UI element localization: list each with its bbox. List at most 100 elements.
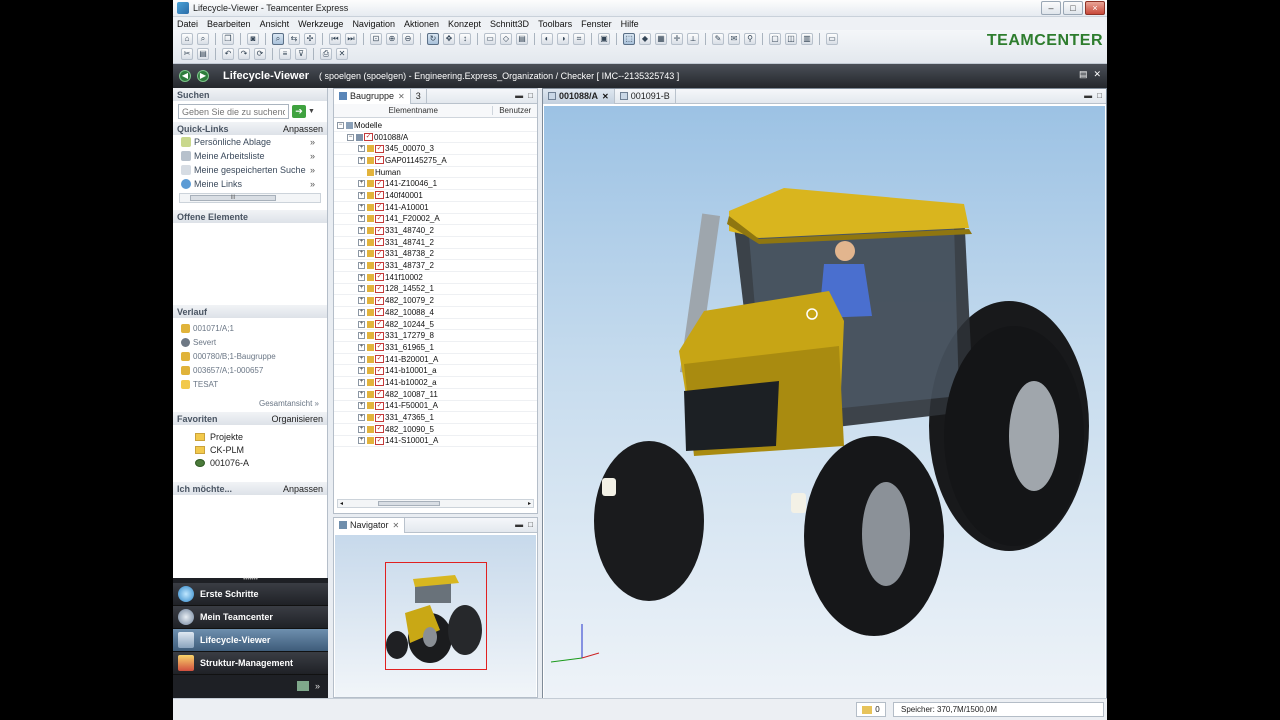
menu-aktionen[interactable]: Aktionen	[404, 19, 439, 29]
tree-row[interactable]: + ✓ 331_17279_8	[334, 330, 537, 343]
expand-icon[interactable]: +	[358, 180, 365, 188]
expand-icon[interactable]: +	[358, 191, 365, 199]
expand-icon[interactable]: +	[358, 308, 365, 316]
tree-row[interactable]: + ✓ 141-b10001_a	[334, 365, 537, 378]
history-item[interactable]: Severt	[173, 335, 327, 349]
undo-icon[interactable]: ↶	[222, 48, 234, 60]
display-icon[interactable]: ▣	[598, 33, 610, 45]
show-icon[interactable]: ◑	[557, 33, 569, 45]
tree-horizontal-scrollbar[interactable]: ◂ ▸	[337, 499, 534, 508]
nav-structure-management[interactable]: Struktur-Management	[173, 652, 328, 675]
quicklinks-scrollbar[interactable]: III	[179, 193, 321, 203]
section-icon[interactable]: ⌗	[573, 33, 585, 45]
tile-icon[interactable]: ◫	[785, 33, 797, 45]
perspective-close-icon[interactable]: ✕	[1093, 69, 1101, 80]
first-frame-icon[interactable]: ⏮	[329, 33, 341, 45]
view-top-icon[interactable]: ▤	[516, 33, 528, 45]
filter-icon[interactable]: ⊽	[295, 48, 307, 60]
perspective-menu-icon[interactable]: ▤	[1079, 69, 1088, 80]
maximize-icon[interactable]: □	[1097, 91, 1102, 100]
menu-navigation[interactable]: Navigation	[352, 19, 395, 29]
menu-datei[interactable]: Datei	[177, 19, 198, 29]
minimize-icon[interactable]: ▬	[515, 520, 523, 529]
scrollbar-thumb[interactable]	[378, 501, 440, 506]
expand-icon[interactable]: +	[358, 402, 365, 410]
expand-icon[interactable]: +	[358, 343, 365, 351]
tree-row[interactable]: + ✓ 141-F50001_A	[334, 401, 537, 413]
favorites-section-header[interactable]: Favoriten Organisieren	[173, 412, 327, 425]
expand-icon[interactable]: +	[358, 332, 365, 340]
expand-icon[interactable]: +	[358, 203, 365, 211]
maximize-icon[interactable]: □	[528, 91, 533, 100]
menu-bearbeiten[interactable]: Bearbeiten	[207, 19, 251, 29]
menu-werkzeuge[interactable]: Werkzeuge	[298, 19, 343, 29]
quicklink-item[interactable]: Persönliche Ablage »	[173, 135, 327, 149]
paste-icon[interactable]: ▤	[197, 48, 209, 60]
menu-fenster[interactable]: Fenster	[581, 19, 612, 29]
tree-row[interactable]: + ✓ 141-B20001_A	[334, 354, 537, 366]
tree-row[interactable]: + ✓ 331_47365_1	[334, 412, 537, 424]
monitor-icon[interactable]: ▭	[826, 33, 838, 45]
expand-icon[interactable]: +	[358, 285, 365, 293]
scroll-left-icon[interactable]: ◂	[340, 500, 343, 507]
3d-viewport[interactable]	[544, 106, 1105, 698]
diamond-icon[interactable]: ◆	[639, 33, 651, 45]
fit-icon[interactable]: ⇆	[288, 33, 300, 45]
tree-row[interactable]: + ✓ 141-A10001	[334, 202, 537, 214]
delete-icon[interactable]: ✕	[336, 48, 348, 60]
search-icon[interactable]: ⌕	[197, 33, 209, 45]
camera-icon[interactable]: ◙	[247, 33, 259, 45]
tree-row[interactable]: + ✓ 482_10090_5	[334, 424, 537, 436]
zoom-out-icon[interactable]: ⊖	[402, 33, 414, 45]
history-item[interactable]: 003657/A;1-000657	[173, 363, 327, 377]
tab-001088-a[interactable]: 001088/A ✕	[543, 88, 615, 104]
expand-icon[interactable]: +	[358, 390, 365, 398]
tree-row[interactable]: + ✓ 141-Z10046_1	[334, 178, 537, 191]
tree-row[interactable]: + ✓ 331_48737_2	[334, 260, 537, 272]
zoom-select-icon[interactable]: ⌕	[272, 33, 284, 45]
layer-icon[interactable]: ≡	[279, 48, 291, 60]
zoom-in-icon[interactable]: ⊕	[386, 33, 398, 45]
copy-icon[interactable]: ❐	[222, 33, 234, 45]
grid-icon[interactable]: ▦	[655, 33, 667, 45]
tree-row[interactable]: + ✓ 141f10002	[334, 272, 537, 284]
selection-mode-icon[interactable]: ⬚	[623, 33, 635, 45]
menu-toolbars[interactable]: Toolbars	[538, 19, 572, 29]
history-item[interactable]: 001071/A;1	[173, 321, 327, 335]
history-more-link[interactable]: Gesamtansicht »	[173, 399, 327, 408]
expand-icon[interactable]: +	[358, 156, 365, 164]
tree-assembly-row[interactable]: − ✓ 001088/A	[334, 132, 537, 144]
column-element-name[interactable]: Elementname	[334, 106, 492, 115]
history-item[interactable]: TESAT	[173, 377, 327, 391]
quicklink-item[interactable]: Meine Links »	[173, 177, 327, 191]
minimize-icon[interactable]: ▬	[515, 91, 523, 100]
expand-icon[interactable]: +	[358, 297, 365, 305]
tree-row[interactable]: + ✓ 331_48741_2	[334, 237, 537, 249]
explode-icon[interactable]: ✣	[304, 33, 316, 45]
search-go-button[interactable]: ➔	[292, 105, 306, 118]
redo-icon[interactable]: ↷	[238, 48, 250, 60]
refresh-icon[interactable]: ⟳	[254, 48, 266, 60]
tree-row[interactable]: + ✓ 141-b10002_a	[334, 377, 537, 389]
zoom-vertical-icon[interactable]: ↕	[459, 33, 471, 45]
expand-icon[interactable]: +	[358, 227, 365, 235]
config-icon[interactable]	[296, 680, 309, 691]
measure-icon[interactable]: ⟂	[687, 33, 699, 45]
expand-icon[interactable]: +	[358, 262, 365, 270]
quicklinks-customize-link[interactable]: Anpassen	[283, 124, 323, 134]
expand-icon[interactable]: +	[358, 414, 365, 422]
expand-icon[interactable]: +	[358, 437, 365, 445]
menu-ansicht[interactable]: Ansicht	[260, 19, 290, 29]
tree-row[interactable]: + ✓ 482_10244_5	[334, 319, 537, 331]
scrollbar-thumb[interactable]: III	[190, 195, 276, 201]
wants-section-header[interactable]: Ich möchte... Anpassen	[173, 482, 327, 495]
tree-row[interactable]: + ✓ 482_10088_4	[334, 307, 537, 319]
expand-icon[interactable]: +	[358, 215, 365, 223]
navigator-view-frame[interactable]	[385, 562, 487, 670]
markup-icon[interactable]: ✎	[712, 33, 724, 45]
back-icon[interactable]: ◀	[179, 70, 191, 82]
favorite-item[interactable]: Projekte	[173, 430, 327, 443]
collapse-icon[interactable]: −	[347, 133, 354, 141]
scroll-right-icon[interactable]: ▸	[528, 500, 531, 507]
view-front-icon[interactable]: ▭	[484, 33, 496, 45]
